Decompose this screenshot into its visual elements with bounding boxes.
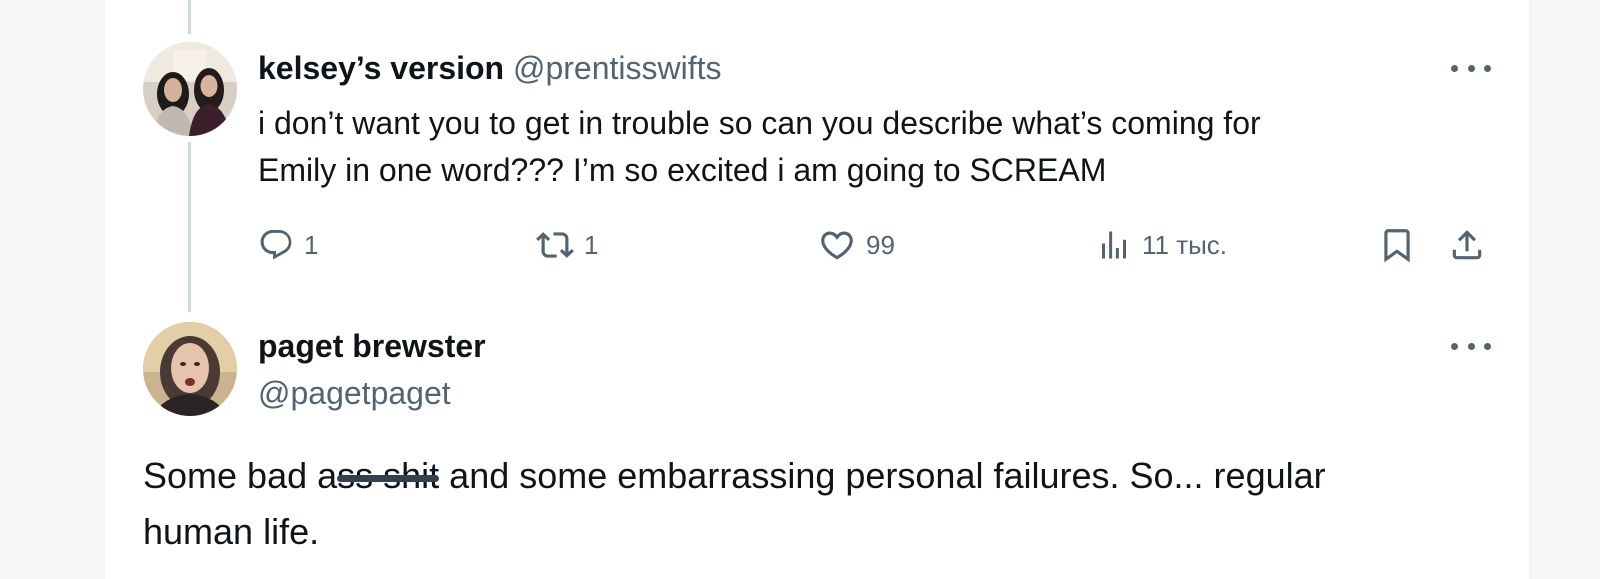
user-handle[interactable]: @pagetpaget [258,373,451,413]
more-options-button[interactable] [1451,336,1491,356]
reply-button[interactable]: 1 [258,222,318,268]
retweet-count: 1 [584,229,599,260]
avatar[interactable] [143,322,237,416]
tweet-text-line: human life. [143,511,320,552]
tweet-text-line: i don’t want you to get in trouble so ca… [258,105,1261,141]
thread-connector-line [188,0,191,34]
user-handle[interactable]: @prentisswifts [513,50,722,86]
heart-icon [821,231,853,260]
tweet-text-segment: and some embarrassing personal failures.… [439,455,1326,496]
tweet-text-line: Some bad ass shit and some embarrassing … [143,448,1483,504]
bookmark-button[interactable] [1378,222,1416,268]
tweet-text-segment: Some bad a [143,455,338,496]
tweet-text-line: Emily in one word??? I’m so excited i am… [258,152,1107,188]
like-button[interactable]: 99 [818,222,895,268]
retweet-button[interactable]: 1 [536,222,598,268]
display-name[interactable]: kelsey’s version [258,50,504,86]
more-dot [1467,342,1475,350]
more-dot [1484,64,1491,72]
more-dot [1467,64,1475,72]
tweet-action-bar: 1 1 99 11 тыс. [258,222,1498,268]
tweet-text: Some bad ass shit and some embarrassing … [143,448,1483,560]
more-horizontal-icon [1451,342,1458,350]
reply-icon [260,230,292,260]
retweet-icon [536,232,574,258]
more-dot [1484,342,1491,350]
tweet-author[interactable]: kelsey’s version @prentisswifts [258,48,722,88]
thread-connector-line [188,142,191,312]
share-icon [1452,230,1482,260]
views-count: 11 тыс. [1142,229,1228,260]
views-button[interactable]: 11 тыс. [1096,222,1227,268]
like-count: 99 [866,229,895,260]
avatar-photo-icon [143,42,237,136]
bookmark-icon [1384,229,1410,263]
tweet-text: i don’t want you to get in trouble so ca… [258,100,1438,194]
reply-count: 1 [304,229,319,260]
avatar-photo-icon [143,322,237,416]
views-bar-chart-icon [1102,231,1126,259]
display-name[interactable]: paget brewster [258,326,486,366]
more-options-button[interactable] [1451,58,1491,78]
more-horizontal-icon [1451,64,1458,72]
share-button[interactable] [1448,222,1486,268]
redacted-text: ss shit [337,448,440,504]
avatar[interactable] [143,42,237,136]
